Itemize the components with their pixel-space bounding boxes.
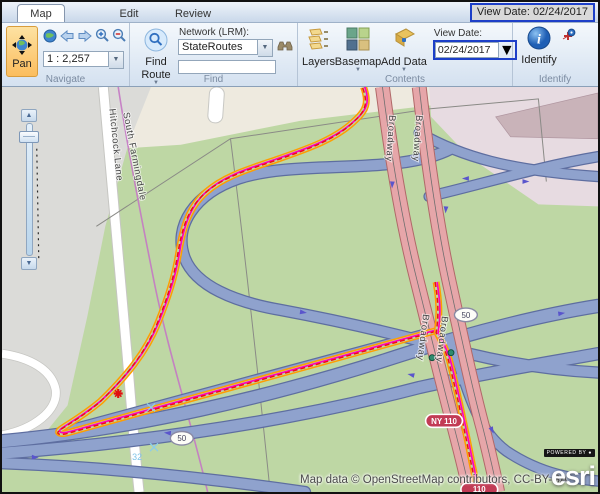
group-find: Find Route ▼ Network (LRM): StateRoutes … [130,23,298,86]
basemap-dropdown-caret: ▼ [355,68,361,73]
ribbon-toolbar: Pan 1 : 2,257 ▼ Navigate [2,23,598,87]
map-scale-combobox[interactable]: 1 : 2,257 [43,51,109,67]
full-extent-globe-icon[interactable] [43,29,57,48]
find-route-label-line1: Find [145,56,166,68]
binoculars-search-icon[interactable] [277,39,293,57]
group-navigate: Pan 1 : 2,257 ▼ Navigate [2,23,130,86]
red-start-marker [114,389,123,398]
contents-group-label: Contents [298,74,512,85]
exit-number-label: 32 [132,452,142,462]
navigate-group-label: Navigate [2,74,129,85]
pan-label: Pan [12,58,32,70]
svg-text:NY 110: NY 110 [431,417,457,426]
previous-extent-icon[interactable] [59,29,75,48]
network-lrm-label: Network (LRM): [179,27,293,38]
find-route-button[interactable]: Find Route ▼ [134,26,178,73]
identify-button[interactable]: i Identify [517,26,561,73]
pan-globe-icon [11,34,33,56]
find-group-label: Find [130,74,297,85]
basemap-button[interactable]: Basemap ▼ [335,26,381,73]
svg-text:50: 50 [461,311,470,320]
route-shield-50-right: 50 [454,308,477,322]
layers-button[interactable]: Layers [302,26,335,73]
basemap-icon [345,26,371,55]
view-date-input[interactable] [435,42,499,58]
route-shield-50-left: 50 [170,431,193,445]
svg-text:i: i [537,33,541,48]
ribbon-tab-bar: Map Edit Review View Date: 02/24/2017 [2,2,598,23]
tab-edit[interactable]: Edit [97,5,161,22]
esri-logo: POWERED BY ● esri [544,449,595,490]
layers-label: Layers [302,56,335,68]
zoom-out-icon[interactable] [112,28,127,48]
view-date-field-label: View Date: [434,28,517,39]
add-data-dropdown-caret: ▼ [401,68,407,73]
network-dropdown-arrow[interactable]: ▼ [258,39,273,57]
identify-label: Identify [521,54,556,66]
svg-text:50: 50 [177,434,186,443]
find-route-magnifier-icon [144,28,168,55]
powered-by-label: POWERED BY ● [544,449,595,457]
svg-text:110: 110 [473,485,486,492]
add-data-button[interactable]: Add Data ▼ [381,26,427,73]
zoom-in-icon[interactable] [95,28,110,48]
app-window: Map Edit Review View Date: 02/24/2017 [0,0,600,494]
pan-button[interactable]: Pan [6,26,38,77]
map-canvas: 32 50 50 NY 110 110 Hitchcock Lane So [2,87,598,492]
zoom-slider-handle[interactable] [19,131,39,143]
esri-wordmark: esri [544,463,595,490]
add-data-icon [390,26,418,55]
identify-route-location-icon[interactable] [561,28,577,73]
route-search-input[interactable] [178,60,276,74]
zoom-in-slider-button[interactable]: ▲ [21,109,37,122]
map-viewport[interactable]: 32 50 50 NY 110 110 Hitchcock Lane So [2,87,598,492]
identify-group-label: Identify [513,74,597,85]
view-date-status-badge: View Date: 02/24/2017 [470,3,595,22]
tab-review[interactable]: Review [161,5,225,22]
group-contents: Layers Basemap ▼ [298,23,513,86]
ny110-shield: NY 110 [426,414,463,427]
calibration-point-marker [448,350,454,356]
map-attribution: Map data © OpenStreetMap contributors, C… [300,474,568,486]
layers-icon [306,26,332,55]
view-date-highlight-box: ▼ [433,40,517,60]
identify-info-icon: i [527,26,551,53]
group-identify: i Identify Identify [513,23,597,86]
next-extent-icon[interactable] [77,29,93,48]
map-scale-dropdown-arrow[interactable]: ▼ [109,51,124,69]
network-combobox[interactable]: StateRoutes [178,39,258,55]
zoom-out-slider-button[interactable]: ▼ [21,257,37,270]
tab-map[interactable]: Map [17,4,65,22]
